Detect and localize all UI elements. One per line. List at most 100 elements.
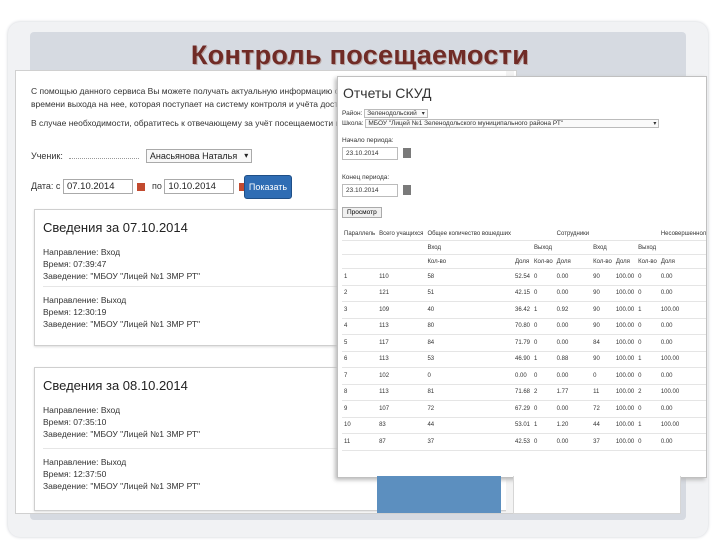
table-cell: 117 <box>377 334 426 352</box>
table-cell: 52.54 <box>512 268 532 286</box>
table-cell: 46.90 <box>512 351 532 368</box>
table-cell: 0 <box>532 334 555 352</box>
table-header-cell: Вход <box>591 240 614 255</box>
event-time: Время: 12:37:50 <box>43 469 107 479</box>
table-cell: 90 <box>591 268 614 286</box>
table-cell: 71.79 <box>512 334 532 352</box>
table-row: 10 83 44 53.01 1 1.20 44 100.00 1 100.00 <box>342 417 706 434</box>
table-cell: 42.15 <box>512 285 532 302</box>
date-row: Дата: с 07.10.2014 по 10.10.2014 <box>31 179 251 194</box>
table-cell: 0 <box>636 318 659 335</box>
empty-panel <box>513 476 681 514</box>
table-cell: 0 <box>532 285 555 302</box>
table-cell: 0.00 <box>554 318 592 335</box>
table-cell: 100.00 <box>613 400 637 418</box>
table-cell: 100.00 <box>613 285 637 302</box>
table-cell: 11 <box>342 433 378 451</box>
table-header-cell: Кол-во <box>636 254 659 269</box>
event-place: Заведение: "МБОУ "Лицей №1 ЗМР РТ" <box>43 319 201 329</box>
start-period-label: Начало периода: <box>342 137 394 144</box>
table-row: 4 113 80 70.80 0 0.00 90 100.00 0 0.00 <box>342 318 706 335</box>
date-from-input[interactable]: 07.10.2014 <box>62 179 133 194</box>
view-button[interactable]: Просмотр <box>342 207 382 218</box>
end-period-label: Конец периода: <box>342 174 390 181</box>
show-button[interactable]: Показать <box>244 175 292 199</box>
dotted-filler <box>69 158 140 159</box>
report-table: Параллель Всего учащихся Общее количество … <box>342 227 706 451</box>
table-row: 5 117 84 71.79 0 0.00 84 100.00 0 0.00 <box>342 334 706 352</box>
table-cell: 1 <box>532 351 555 368</box>
table-cell: 53.01 <box>512 417 532 434</box>
school-label: Школа: <box>342 120 364 127</box>
event-place: Заведение: "МБОУ "Лицей №1 ЗМР РТ" <box>43 481 201 491</box>
table-row: 11 87 37 42.53 0 0.00 37 100.00 0 0.00 <box>342 433 706 451</box>
table-cell: 107 <box>377 400 426 418</box>
table-cell: 0 <box>532 318 555 335</box>
table-cell: 0 <box>532 268 555 286</box>
table-cell: 1 <box>532 301 555 319</box>
table-header-cell: Кол-во <box>425 254 513 269</box>
region-label: Район: <box>342 110 363 117</box>
event-time: Время: 07:35:10 <box>43 417 107 427</box>
table-cell: 100.00 <box>658 351 706 368</box>
region-select[interactable]: Зеленодольский <box>364 109 428 118</box>
table-cell: 1 <box>636 301 659 319</box>
table-cell: 5 <box>342 334 378 352</box>
student-select[interactable]: Анасьянова Наталья <box>145 149 253 163</box>
table-header-cell <box>613 227 637 241</box>
table-cell: 100.00 <box>613 417 637 434</box>
end-date-input[interactable]: 23.10.2014 <box>342 184 398 197</box>
table-cell: 0 <box>636 400 659 418</box>
school-select[interactable]: МБОУ "Лицей №1 Зеленодольского муниципал… <box>365 119 660 128</box>
table-cell: 90 <box>591 351 614 368</box>
event-direction: Направление: Выход <box>43 457 127 467</box>
table-cell: 100.00 <box>658 301 706 319</box>
table-cell: 0.00 <box>658 433 706 451</box>
table-cell: 109 <box>377 301 426 319</box>
start-period-row: 23.10.2014 <box>342 147 411 160</box>
table-cell: 1.20 <box>554 417 592 434</box>
table-cell: 58 <box>425 268 513 286</box>
table-row: 1 110 58 52.54 0 0.00 90 100.00 0 0.00 <box>342 268 706 286</box>
event-time: Время: 12:30:19 <box>43 307 107 317</box>
event-entry: Направление: Вход Время: 07:39:47 Заведе… <box>43 246 200 282</box>
table-cell: 0.00 <box>658 285 706 302</box>
calendar-icon[interactable] <box>402 148 411 159</box>
event-place: Заведение: "МБОУ "Лицей №1 ЗМР РТ" <box>43 271 201 281</box>
table-cell: 100.00 <box>613 367 637 385</box>
event-entry: Направление: Выход Время: 12:37:50 Завед… <box>43 456 200 492</box>
table-header-cell <box>512 240 532 255</box>
end-period-row: 23.10.2014 <box>342 184 411 197</box>
table-cell: 1.77 <box>554 384 592 401</box>
table-cell: 1 <box>532 417 555 434</box>
table-header-cell: Доля <box>512 254 532 269</box>
table-cell: 4 <box>342 318 378 335</box>
table-cell: 83 <box>377 417 426 434</box>
table-cell: 8 <box>342 384 378 401</box>
school-row: Школа: МБОУ "Лицей №1 Зеленодольского му… <box>342 119 660 128</box>
start-date-input[interactable]: 23.10.2014 <box>342 147 398 160</box>
card-title: Сведения за 07.10.2014 <box>43 220 188 235</box>
table-cell: 67.29 <box>512 400 532 418</box>
date-to-input[interactable]: 10.10.2014 <box>164 179 235 194</box>
table-header-cell <box>532 227 555 241</box>
event-time: Время: 07:39:47 <box>43 259 107 269</box>
table-cell: 100.00 <box>613 268 637 286</box>
table-cell: 113 <box>377 351 426 368</box>
table-cell: 11 <box>591 384 614 401</box>
table-cell: 37 <box>425 433 513 451</box>
table-cell: 80 <box>425 318 513 335</box>
table-cell: 2 <box>532 384 555 401</box>
calendar-icon[interactable] <box>402 185 411 196</box>
table-header-row: Вход Выход Вход Выход <box>342 240 706 255</box>
table-cell: 113 <box>377 384 426 401</box>
table-header-cell: Вход <box>425 240 513 255</box>
table-row: 3 109 40 36.42 1 0.92 90 100.00 1 100.00 <box>342 301 706 319</box>
calendar-icon[interactable] <box>137 182 146 191</box>
to-label: по <box>151 181 162 191</box>
table-header-cell: Всего учащихся <box>377 227 426 241</box>
table-cell: 90 <box>591 301 614 319</box>
report-title: Отчеты СКУД <box>343 85 432 101</box>
region-row: Район: Зеленодольский <box>342 109 428 118</box>
table-header-cell: Доля <box>554 254 592 269</box>
